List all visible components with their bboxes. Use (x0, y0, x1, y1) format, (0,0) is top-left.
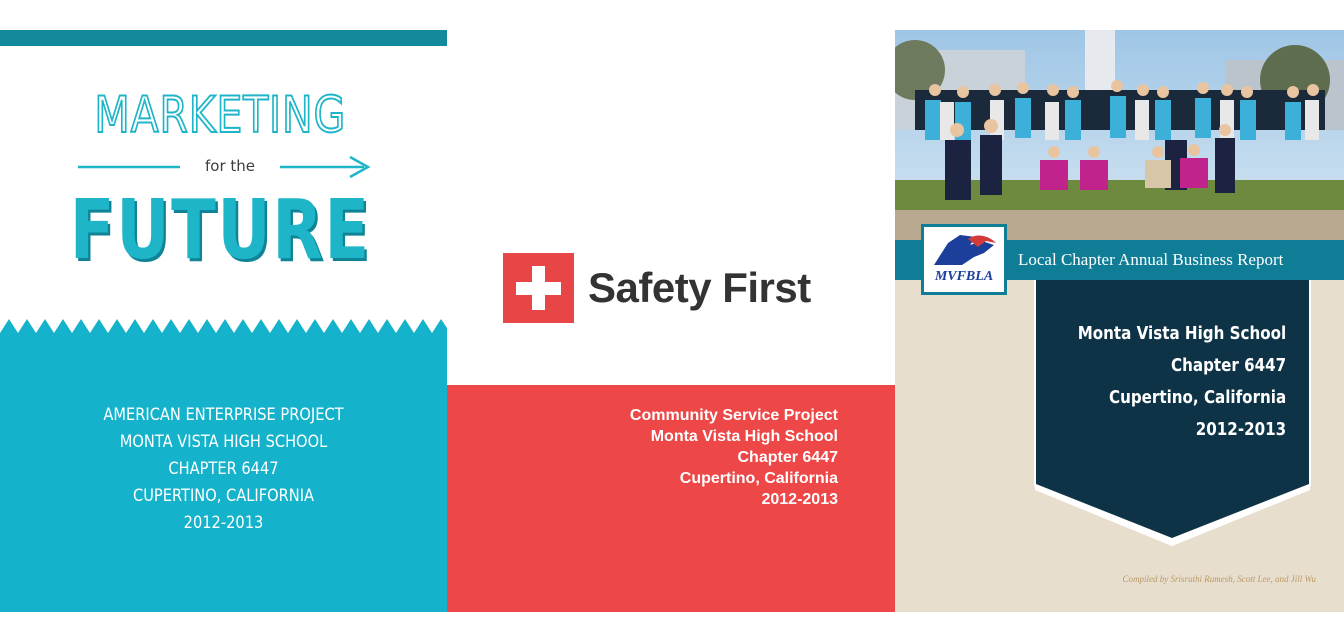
school-info: Monta Vista High School Chapter 6447 Cup… (1038, 318, 1286, 446)
report-title: Local Chapter Annual Business Report (1018, 250, 1284, 269)
project-info: Community Service Project Monta Vista Hi… (630, 405, 838, 510)
location: CUPERTINO, CALIFORNIA (132, 486, 315, 506)
school-name: MONTA VISTA HIGH SCHOOL (119, 432, 328, 452)
chapter-number: Chapter 6447 (737, 449, 839, 466)
cover-title-for-the: for the (180, 157, 280, 175)
school-name: Monta Vista High School (1077, 323, 1286, 344)
cover-title-future: FUTURE (69, 183, 371, 278)
cover-title: Safety First (588, 264, 811, 311)
project-info: AMERICAN ENTERPRISE PROJECT MONTA VISTA … (0, 402, 447, 537)
chapter-number: CHAPTER 6447 (168, 459, 279, 479)
cover-title-marketing: MARKETING (94, 85, 347, 145)
annual-report-cover: Local Chapter Annual Business Report MVF… (895, 0, 1344, 612)
project-name: Community Service Project (629, 407, 838, 424)
top-bar (0, 30, 447, 46)
safety-cover: Safety First Community Service Project M… (447, 0, 895, 612)
location: Cupertino, California (1108, 387, 1286, 408)
school-year: 2012-2013 (183, 513, 264, 533)
group-photo (895, 30, 1344, 240)
school-year: 2012-2013 (1195, 419, 1286, 440)
marketing-cover: MARKETING for the FUTURE AMERICAN ENTERP… (0, 0, 447, 612)
location: Cupertino, California (679, 470, 838, 487)
eagle-icon (934, 235, 996, 265)
school-year: 2012-2013 (761, 491, 838, 508)
mvfbla-logo: MVFBLA (921, 224, 1007, 295)
chapter-number: Chapter 6447 (1170, 355, 1286, 376)
school-name: Monta Vista High School (650, 428, 838, 445)
compiled-by-credit: Compiled by Srisruthi Ramesh, Scott Lee,… (1122, 574, 1316, 584)
red-cross-icon (503, 253, 574, 323)
project-name: AMERICAN ENTERPRISE PROJECT (103, 405, 344, 425)
